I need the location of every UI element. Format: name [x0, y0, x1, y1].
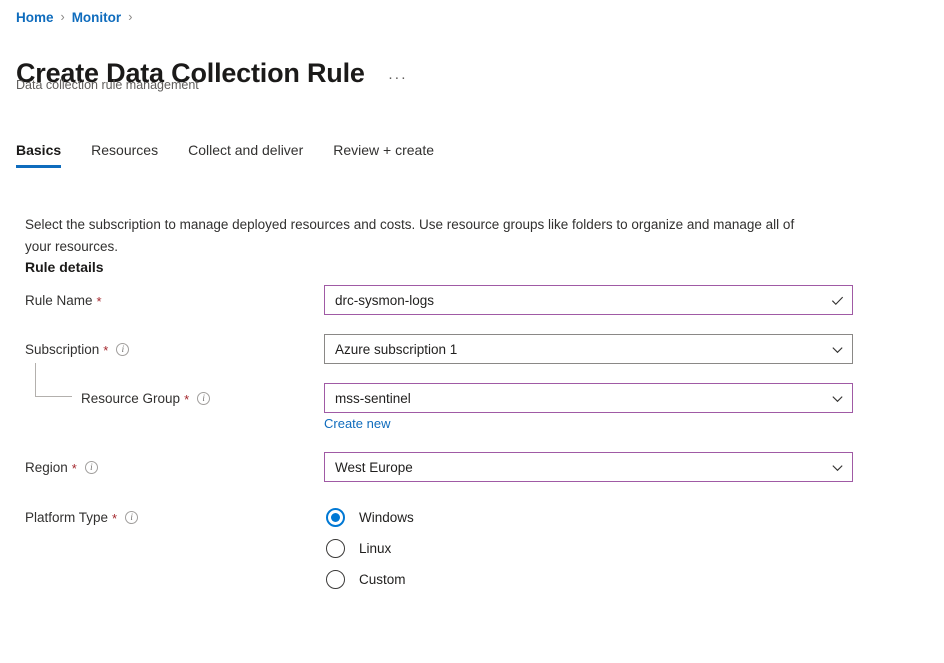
field-rule-name: Rule Name * drc-sysmon-logs: [0, 285, 944, 315]
section-heading-rule-details: Rule details: [25, 259, 104, 275]
more-options-icon[interactable]: ···: [387, 69, 409, 87]
field-platform-type: Platform Type * i: [0, 502, 944, 532]
platform-type-radio-group: Windows Linux Custom: [326, 502, 414, 595]
tab-collect-and-deliver[interactable]: Collect and deliver: [188, 138, 303, 168]
radio-option-custom[interactable]: Custom: [326, 564, 414, 595]
label-platform-type: Platform Type * i: [25, 502, 139, 532]
required-indicator: *: [112, 510, 118, 526]
radio-option-linux-label: Linux: [359, 541, 392, 556]
page-title-row: Create Data Collection Rule ···: [16, 38, 409, 108]
info-icon[interactable]: i: [125, 510, 139, 524]
label-subscription-text: Subscription: [25, 341, 100, 357]
required-indicator: *: [184, 391, 190, 407]
chevron-down-icon: [822, 453, 852, 481]
label-resource-group: Resource Group * i: [81, 383, 211, 413]
required-indicator: *: [96, 293, 102, 309]
field-region: Region * i West Europe: [0, 452, 944, 482]
required-indicator: *: [103, 342, 109, 358]
label-platform-type-text: Platform Type: [25, 509, 109, 525]
radio-option-windows[interactable]: Windows: [326, 502, 414, 533]
breadcrumb: Home › Monitor ›: [16, 7, 139, 27]
chevron-down-icon: [822, 335, 852, 363]
radio-mark-icon: [326, 570, 345, 589]
label-region: Region * i: [25, 452, 98, 482]
tab-review-create[interactable]: Review + create: [333, 138, 434, 168]
label-subscription: Subscription * i: [25, 334, 130, 364]
subscription-value: Azure subscription 1: [335, 341, 458, 357]
rule-name-value: drc-sysmon-logs: [335, 292, 435, 308]
checkmark-icon: [822, 286, 852, 314]
rule-name-input[interactable]: drc-sysmon-logs: [324, 285, 853, 315]
breadcrumb-item-monitor[interactable]: Monitor: [72, 10, 122, 25]
resource-group-dropdown[interactable]: mss-sentinel: [324, 383, 853, 413]
breadcrumb-item-home[interactable]: Home: [16, 10, 54, 25]
info-icon[interactable]: i: [116, 342, 130, 356]
tab-resources[interactable]: Resources: [91, 138, 158, 168]
info-icon[interactable]: i: [84, 460, 98, 474]
form-description: Select the subscription to manage deploy…: [25, 216, 795, 254]
label-resource-group-text: Resource Group: [81, 390, 181, 406]
resource-group-value: mss-sentinel: [335, 390, 411, 406]
region-dropdown[interactable]: West Europe: [324, 452, 853, 482]
breadcrumb-separator-icon: ›: [128, 10, 133, 24]
radio-mark-icon: [326, 539, 345, 558]
breadcrumb-separator-icon: ›: [60, 10, 65, 24]
radio-option-custom-label: Custom: [359, 572, 406, 587]
field-subscription: Subscription * i Azure subscription 1: [0, 334, 944, 364]
tab-bar: Basics Resources Collect and deliver Rev…: [16, 138, 464, 168]
subscription-dropdown[interactable]: Azure subscription 1: [324, 334, 853, 364]
tab-basics[interactable]: Basics: [16, 138, 62, 168]
create-data-collection-rule-page: Home › Monitor › Create Data Collection …: [0, 0, 944, 663]
field-resource-group: Resource Group * i mss-sentinel: [0, 383, 944, 413]
label-rule-name-text: Rule Name: [25, 292, 93, 308]
required-indicator: *: [71, 460, 77, 476]
label-region-text: Region: [25, 459, 68, 475]
info-icon[interactable]: i: [197, 391, 211, 405]
radio-option-linux[interactable]: Linux: [326, 533, 414, 564]
region-value: West Europe: [335, 459, 413, 475]
radio-option-windows-label: Windows: [359, 510, 414, 525]
radio-mark-icon: [326, 508, 345, 527]
create-new-resource-group-link[interactable]: Create new: [324, 416, 390, 431]
page-subtitle: Data collection rule management: [16, 78, 199, 92]
label-rule-name: Rule Name *: [25, 285, 102, 315]
chevron-down-icon: [822, 384, 852, 412]
